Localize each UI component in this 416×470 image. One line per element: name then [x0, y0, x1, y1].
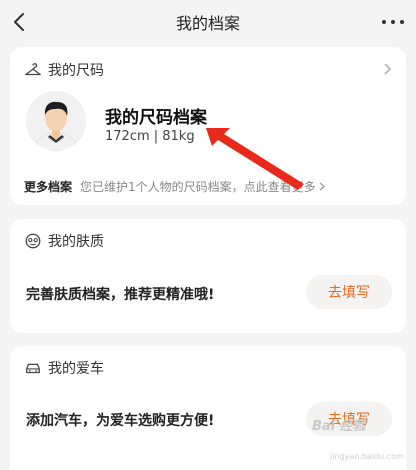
skin-profile-card: 我的肤质 完善肤质档案，推荐更精准哦! 去填写: [10, 219, 406, 333]
back-arrow-icon[interactable]: [8, 10, 32, 34]
chevron-right-icon: [319, 182, 325, 191]
size-profile-title[interactable]: 我的尺码档案: [105, 103, 207, 128]
nav-bar: 我的档案: [0, 0, 416, 44]
more-profiles-label: 更多档案: [24, 180, 73, 194]
size-card-header[interactable]: 我的尺码: [24, 60, 104, 80]
more-profiles-desc: 您已维护1个人物的尺码档案，点此查看更多: [80, 180, 316, 194]
skin-card-header: 我的肤质: [24, 231, 104, 251]
car-icon: [26, 363, 40, 374]
car-card-title: 我的爱车: [48, 361, 104, 377]
user-avatar-icon: [26, 91, 86, 151]
hanger-icon: [25, 63, 41, 76]
size-profile-card: 我的尺码 我的尺码档案 172cm | 81kg 更多档案 您已维护1个人物的尺…: [10, 47, 406, 205]
avatar[interactable]: [26, 91, 86, 151]
car-card-header: 我的爱车: [24, 358, 104, 378]
face-icon: [25, 233, 41, 249]
watermark-url: jingyan.baidu.com: [330, 452, 404, 461]
car-promo-text: 添加汽车，为爱车选购更方便!: [26, 413, 215, 429]
size-card-title: 我的尺码: [48, 63, 104, 79]
watermark-logo: Bai 经验: [312, 419, 366, 434]
more-profiles-link[interactable]: 更多档案 您已维护1个人物的尺码档案，点此查看更多: [24, 178, 392, 195]
skin-card-title: 我的肤质: [48, 234, 104, 250]
skin-promo-text: 完善肤质档案，推荐更精准哦!: [26, 287, 215, 303]
size-profile-stats: 172cm | 81kg: [105, 129, 195, 144]
more-options-icon[interactable]: [382, 12, 404, 32]
page-title: 我的档案: [175, 14, 240, 33]
fill-skin-button[interactable]: 去填写: [306, 275, 392, 309]
chevron-right-icon[interactable]: [384, 63, 392, 75]
